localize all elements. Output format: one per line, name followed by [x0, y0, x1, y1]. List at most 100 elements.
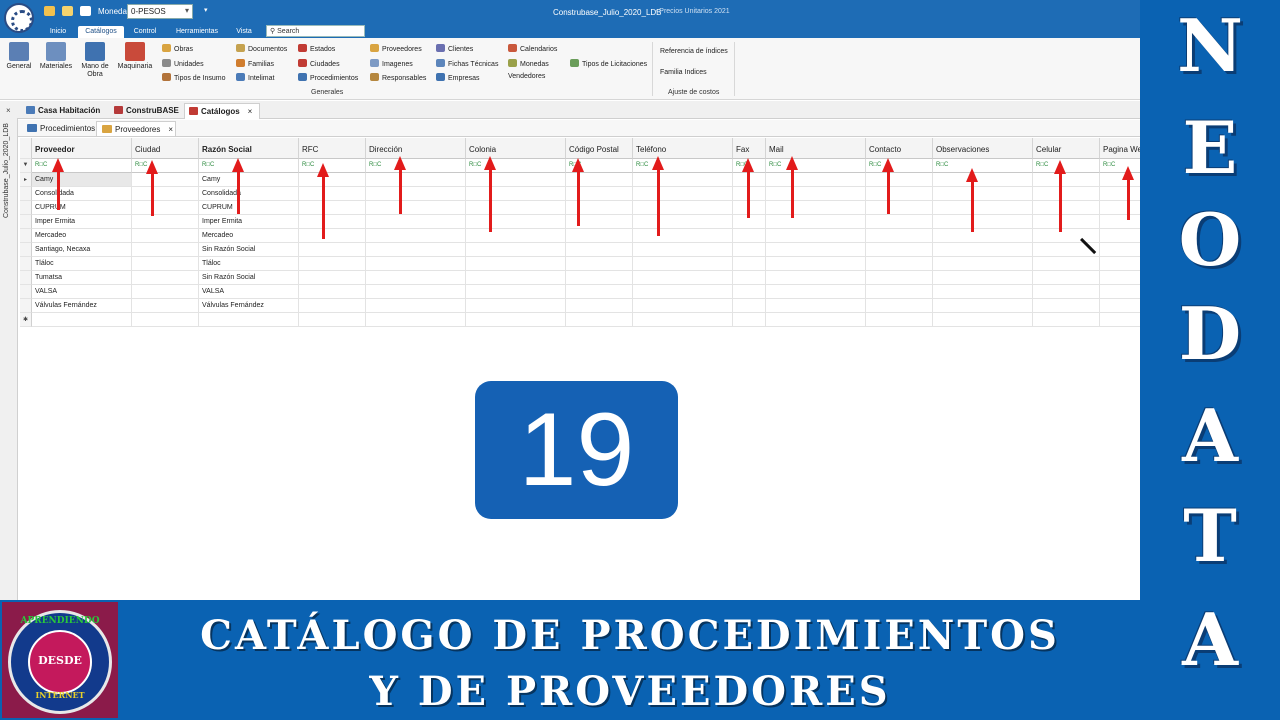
table-cell[interactable]	[466, 229, 566, 243]
new-row-cell[interactable]	[366, 313, 466, 327]
table-cell[interactable]	[866, 215, 933, 229]
table-cell[interactable]: Válvulas Fernández	[32, 299, 132, 313]
table-cell[interactable]	[299, 257, 366, 271]
table-cell[interactable]: CUPRUM	[199, 201, 299, 215]
table-cell[interactable]	[1100, 229, 1140, 243]
procedimientos-button[interactable]: Procedimientos	[298, 73, 358, 82]
table-cell[interactable]	[1033, 187, 1100, 201]
referencia-indices-button[interactable]: Referencia de índices	[660, 48, 728, 55]
empresas-button[interactable]: Empresas	[436, 73, 480, 82]
table-cell[interactable]: VALSA	[199, 285, 299, 299]
table-cell[interactable]: Sin Razón Social	[199, 271, 299, 285]
table-cell[interactable]	[733, 187, 766, 201]
table-cell[interactable]	[1100, 257, 1140, 271]
general-button[interactable]: General	[2, 42, 36, 71]
table-cell[interactable]	[1033, 271, 1100, 285]
filter-cell[interactable]: R□C	[933, 159, 1033, 173]
table-cell[interactable]	[566, 271, 633, 285]
table-cell[interactable]	[132, 243, 199, 257]
table-cell[interactable]	[1100, 299, 1140, 313]
column-header[interactable]: Observaciones	[933, 138, 1033, 159]
table-cell[interactable]: Válvulas Fernández	[199, 299, 299, 313]
table-cell[interactable]	[1033, 201, 1100, 215]
table-cell[interactable]	[466, 285, 566, 299]
table-cell[interactable]	[633, 285, 733, 299]
app-logo-icon[interactable]	[4, 3, 34, 33]
table-cell[interactable]	[1100, 173, 1140, 187]
table-cell[interactable]	[733, 299, 766, 313]
row-indicator[interactable]	[20, 257, 32, 271]
obras-button[interactable]: Obras	[162, 44, 193, 53]
table-cell[interactable]	[466, 257, 566, 271]
table-cell[interactable]	[566, 229, 633, 243]
table-cell[interactable]	[1100, 187, 1140, 201]
new-row-cell[interactable]	[132, 313, 199, 327]
table-cell[interactable]	[132, 285, 199, 299]
table-cell[interactable]	[733, 173, 766, 187]
table-cell[interactable]: Sin Razón Social	[199, 243, 299, 257]
filter-cell[interactable]: R□C	[633, 159, 733, 173]
column-header[interactable]: Colonia	[466, 138, 566, 159]
tab-control[interactable]: Control	[128, 26, 162, 38]
table-cell[interactable]	[132, 229, 199, 243]
responsables-button[interactable]: Responsables	[370, 73, 426, 82]
table-cell[interactable]: Consolidada	[199, 187, 299, 201]
column-header[interactable]: Fax	[733, 138, 766, 159]
subtab-proveedores[interactable]: Proveedores ×	[96, 121, 176, 136]
column-header[interactable]: Dirección	[366, 138, 466, 159]
new-row-cell[interactable]	[1100, 313, 1140, 327]
table-cell[interactable]	[1100, 285, 1140, 299]
table-cell[interactable]	[766, 285, 866, 299]
table-cell[interactable]: Tláloc	[32, 257, 132, 271]
table-cell[interactable]	[933, 173, 1033, 187]
calendarios-button[interactable]: Calendarios	[508, 44, 557, 53]
row-indicator[interactable]	[20, 187, 32, 201]
column-header[interactable]: Proveedor	[32, 138, 132, 159]
column-header[interactable]: Celular	[1033, 138, 1100, 159]
new-row-cell[interactable]	[633, 313, 733, 327]
familia-indices-button[interactable]: Familia Indices	[660, 69, 707, 76]
table-cell[interactable]	[766, 229, 866, 243]
row-indicator[interactable]	[20, 215, 32, 229]
table-cell[interactable]	[466, 271, 566, 285]
table-cell[interactable]	[633, 173, 733, 187]
table-cell[interactable]	[299, 201, 366, 215]
mano-de-obra-button[interactable]: Mano de Obra	[78, 42, 112, 79]
table-cell[interactable]	[633, 201, 733, 215]
table-cell[interactable]	[866, 229, 933, 243]
proveedores-button[interactable]: Proveedores	[370, 44, 422, 53]
row-indicator[interactable]	[20, 285, 32, 299]
table-cell[interactable]	[933, 201, 1033, 215]
ciudades-button[interactable]: Ciudades	[298, 59, 340, 68]
table-cell[interactable]	[299, 243, 366, 257]
new-row-cell[interactable]	[466, 313, 566, 327]
table-cell[interactable]: Tumatsa	[32, 271, 132, 285]
table-cell[interactable]	[566, 257, 633, 271]
table-cell[interactable]	[933, 285, 1033, 299]
currency-select[interactable]: 0-PESOS ▾	[127, 4, 193, 19]
table-cell[interactable]	[933, 271, 1033, 285]
row-indicator[interactable]: ▸	[20, 173, 32, 187]
table-cell[interactable]	[766, 299, 866, 313]
filter-cell[interactable]: R□C	[366, 159, 466, 173]
filter-cell[interactable]: R□C	[1100, 159, 1140, 173]
filter-cell[interactable]: R□C	[766, 159, 866, 173]
tipos-de-licitaciones-button[interactable]: Tipos de Licitaciones	[570, 59, 647, 68]
table-cell[interactable]	[933, 243, 1033, 257]
table-cell[interactable]	[466, 173, 566, 187]
table-cell[interactable]	[366, 187, 466, 201]
table-cell[interactable]	[766, 201, 866, 215]
doc-tab-construbase[interactable]: ConstruBASE	[110, 103, 183, 119]
table-cell[interactable]	[866, 271, 933, 285]
table-cell[interactable]	[866, 243, 933, 257]
table-cell[interactable]	[566, 243, 633, 257]
row-indicator[interactable]	[20, 299, 32, 313]
table-cell[interactable]	[132, 257, 199, 271]
table-cell[interactable]	[366, 215, 466, 229]
table-cell[interactable]	[366, 299, 466, 313]
table-cell[interactable]	[366, 271, 466, 285]
estados-button[interactable]: Estados	[298, 44, 335, 53]
table-cell[interactable]: Camy	[199, 173, 299, 187]
table-cell[interactable]	[1100, 243, 1140, 257]
intelimat-button[interactable]: Intelimat	[236, 73, 274, 82]
